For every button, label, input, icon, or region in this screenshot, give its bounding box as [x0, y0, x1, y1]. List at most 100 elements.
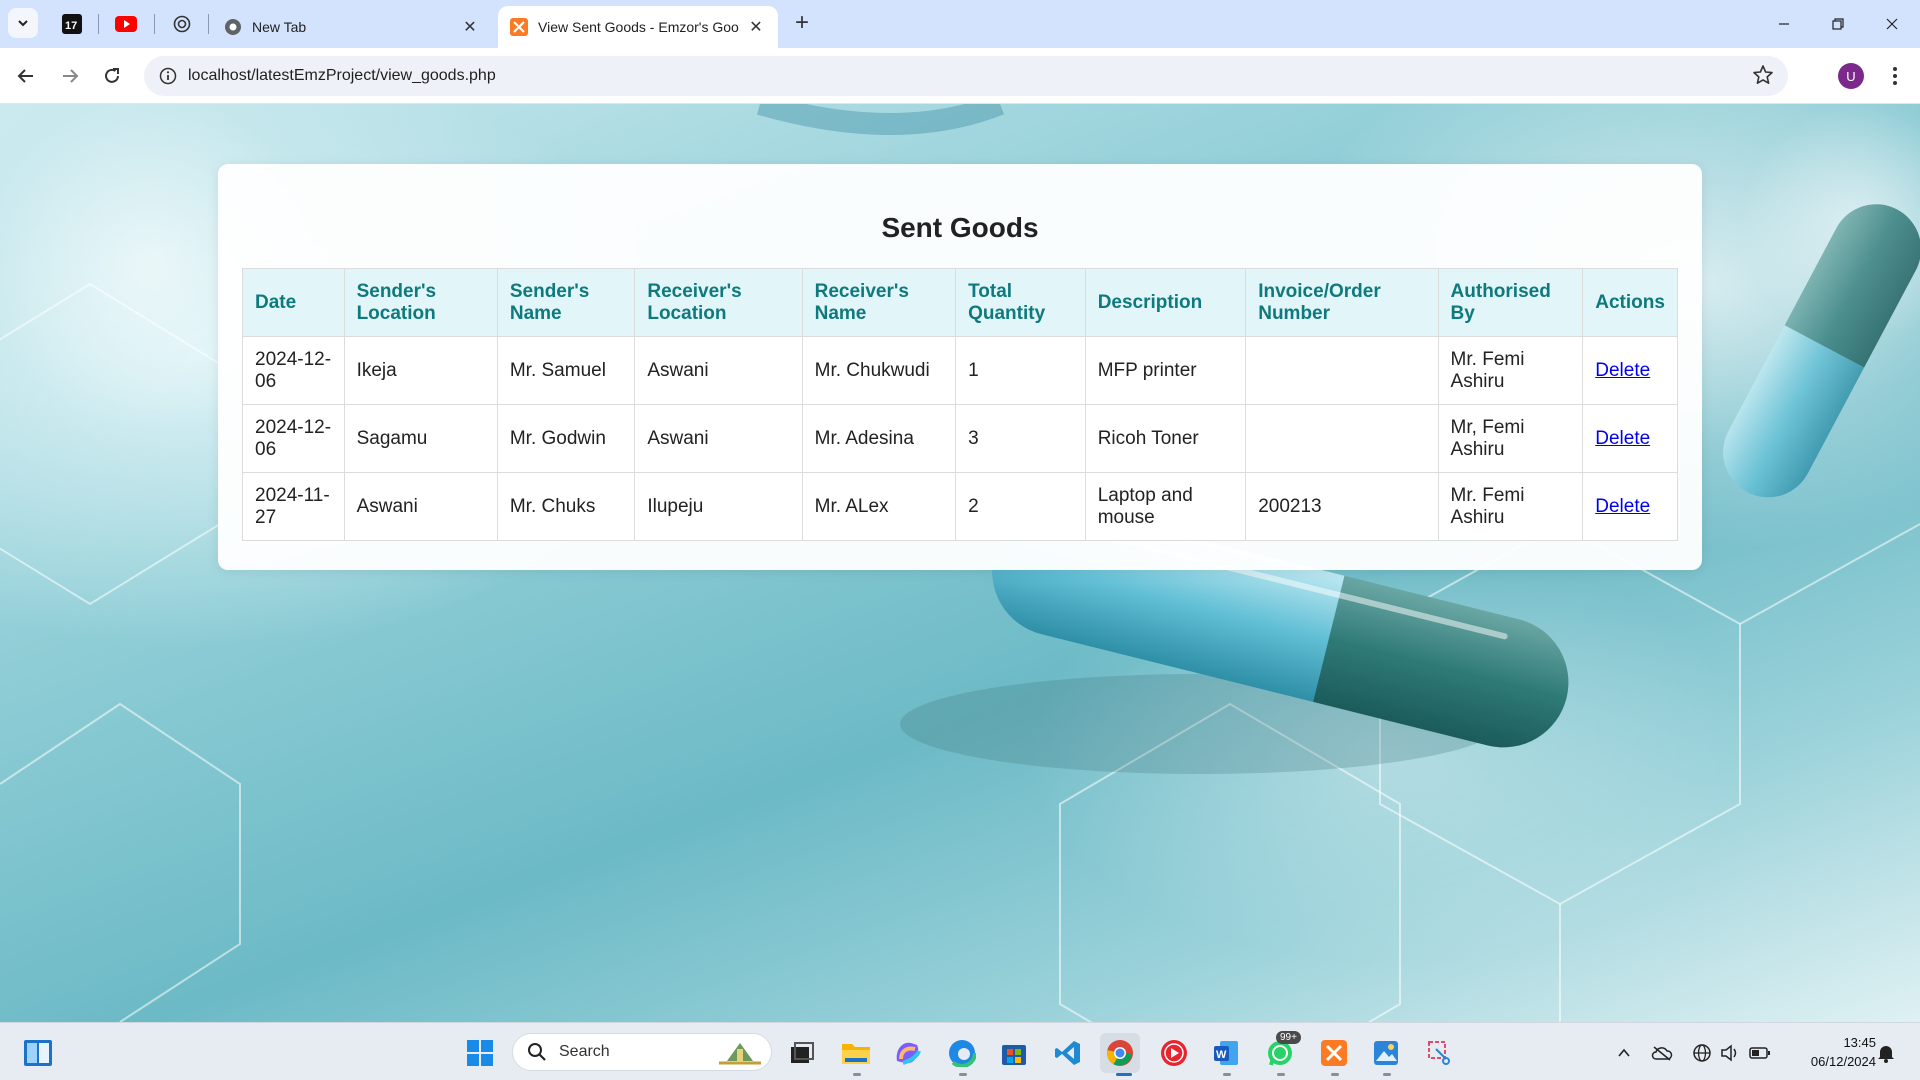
pinned-tab-chatgpt[interactable]	[168, 10, 196, 38]
running-indicator	[853, 1073, 861, 1076]
notifications-button[interactable]	[1874, 1041, 1898, 1065]
word-icon: W	[1214, 1041, 1238, 1065]
task-view-icon	[791, 1042, 814, 1063]
restore-button[interactable]	[1818, 8, 1858, 40]
widgets-icon	[24, 1040, 52, 1066]
cell-date: 2024-12-06	[242, 404, 345, 473]
network-tray-button[interactable]	[1690, 1041, 1714, 1065]
photos-button[interactable]	[1366, 1033, 1406, 1073]
tab-strip: 17 New Tab ✕ View Sent Goods - Emzor's G…	[0, 0, 1920, 48]
cell-description: Laptop and mouse	[1084, 472, 1247, 541]
back-button[interactable]	[10, 60, 42, 92]
tab-title: View Sent Goods - Emzor's Goo	[538, 19, 739, 35]
search-highlight-icon	[719, 1043, 761, 1065]
tab-separator	[98, 14, 99, 34]
tab-new-tab[interactable]: New Tab ✕	[212, 6, 492, 48]
store-button[interactable]	[994, 1033, 1034, 1073]
onedrive-tray-button[interactable]	[1650, 1041, 1674, 1065]
cell-receiver-location: Aswani	[634, 336, 803, 405]
system-clock[interactable]: 13:45 06/12/2024	[1786, 1033, 1876, 1071]
cloud-off-icon	[1651, 1046, 1673, 1061]
cell-sender-name: Mr. Godwin	[496, 404, 636, 473]
cell-receiver-name: Mr. Chukwudi	[801, 336, 957, 405]
taskbar-search[interactable]: Search	[512, 1033, 772, 1071]
table-header-row: Date Sender's Location Sender's Name Rec…	[242, 268, 1678, 337]
column-header-authorised-by[interactable]: Authorised By	[1437, 268, 1584, 337]
show-hidden-icons-button[interactable]	[1612, 1041, 1636, 1065]
notification-badge: 99+	[1276, 1031, 1301, 1044]
column-header-description[interactable]: Description	[1084, 268, 1247, 337]
tab-search-button[interactable]	[8, 8, 38, 38]
cell-sender-location: Sagamu	[343, 404, 498, 473]
forward-button[interactable]	[54, 60, 86, 92]
delete-link[interactable]: Delete	[1595, 428, 1650, 449]
tradingview-icon: 17	[62, 14, 82, 34]
running-indicator	[1383, 1073, 1391, 1076]
cell-actions: Delete	[1582, 336, 1678, 405]
delete-link[interactable]: Delete	[1595, 496, 1650, 517]
copilot-button[interactable]	[888, 1033, 928, 1073]
running-indicator	[1331, 1073, 1339, 1076]
column-header-receiver-location[interactable]: Receiver's Location	[634, 268, 803, 337]
speaker-icon	[1721, 1044, 1737, 1062]
column-header-total-quantity[interactable]: Total Quantity	[955, 268, 1086, 337]
url-text: localhost/latestEmzProject/view_goods.ph…	[188, 67, 496, 84]
restore-icon	[1832, 18, 1844, 30]
tab-view-sent-goods[interactable]: View Sent Goods - Emzor's Goo ✕	[498, 6, 778, 48]
delete-link[interactable]: Delete	[1595, 360, 1650, 381]
svg-text:17: 17	[65, 20, 77, 32]
page-title: Sent Goods	[881, 212, 1039, 243]
profile-avatar[interactable]: U	[1838, 63, 1864, 89]
browser-menu-button[interactable]	[1880, 60, 1910, 92]
cell-sender-name: Mr. Chuks	[496, 472, 636, 541]
windows-taskbar: Search W 99+ 13:45 06/12/2024	[0, 1022, 1920, 1080]
cell-invoice	[1245, 336, 1439, 405]
reload-icon	[105, 68, 119, 83]
cell-description: MFP printer	[1084, 336, 1247, 405]
xampp-button[interactable]	[1314, 1033, 1354, 1073]
chrome-button[interactable]	[1100, 1033, 1140, 1073]
file-explorer-button[interactable]	[836, 1033, 876, 1073]
pinned-tab-tradingview[interactable]: 17	[58, 10, 86, 38]
volume-tray-button[interactable]	[1718, 1041, 1742, 1065]
widgets-button[interactable]	[18, 1033, 58, 1073]
minimize-button[interactable]	[1764, 8, 1804, 40]
snipping-tool-button[interactable]	[1420, 1033, 1460, 1073]
chatgpt-icon	[173, 15, 191, 33]
minimize-icon	[1779, 23, 1789, 25]
close-window-button[interactable]	[1872, 8, 1912, 40]
column-header-date[interactable]: Date	[242, 268, 345, 337]
table-row: 2024-12-06 Ikeja Mr. Samuel Aswani Mr. C…	[242, 336, 1678, 405]
pinned-tab-youtube[interactable]	[112, 10, 140, 38]
bell-icon	[1878, 1046, 1894, 1063]
start-button[interactable]	[460, 1033, 500, 1073]
running-indicator	[1223, 1073, 1231, 1076]
close-tab-icon[interactable]: ✕	[746, 17, 766, 37]
youtube-icon	[115, 16, 137, 32]
vscode-button[interactable]	[1048, 1033, 1088, 1073]
task-view-button[interactable]	[782, 1033, 822, 1073]
windows-logo-icon	[467, 1040, 493, 1066]
new-tab-button[interactable]: +	[788, 10, 816, 38]
column-header-actions[interactable]: Actions	[1582, 268, 1678, 337]
running-indicator	[959, 1073, 967, 1076]
bookmark-star-icon[interactable]	[1752, 64, 1774, 91]
site-info-icon[interactable]	[148, 67, 188, 85]
column-header-receiver-name[interactable]: Receiver's Name	[801, 268, 957, 337]
media-player-button[interactable]	[1154, 1033, 1194, 1073]
column-header-invoice-number[interactable]: Invoice/Order Number	[1245, 268, 1439, 337]
column-header-sender-location[interactable]: Sender's Location	[343, 268, 498, 337]
edge-button[interactable]	[942, 1033, 982, 1073]
browser-toolbar: localhost/latestEmzProject/view_goods.ph…	[0, 48, 1920, 104]
address-bar[interactable]: localhost/latestEmzProject/view_goods.ph…	[144, 56, 1788, 96]
word-button[interactable]: W	[1206, 1033, 1246, 1073]
cell-quantity: 1	[955, 336, 1086, 405]
cell-date: 2024-11-27	[242, 472, 345, 541]
cell-receiver-name: Mr. ALex	[801, 472, 957, 541]
battery-tray-button[interactable]	[1748, 1041, 1772, 1065]
reload-button[interactable]	[96, 60, 128, 92]
edge-icon	[948, 1039, 976, 1067]
photos-icon	[1374, 1041, 1398, 1065]
close-tab-icon[interactable]: ✕	[460, 17, 480, 37]
column-header-sender-name[interactable]: Sender's Name	[496, 268, 636, 337]
